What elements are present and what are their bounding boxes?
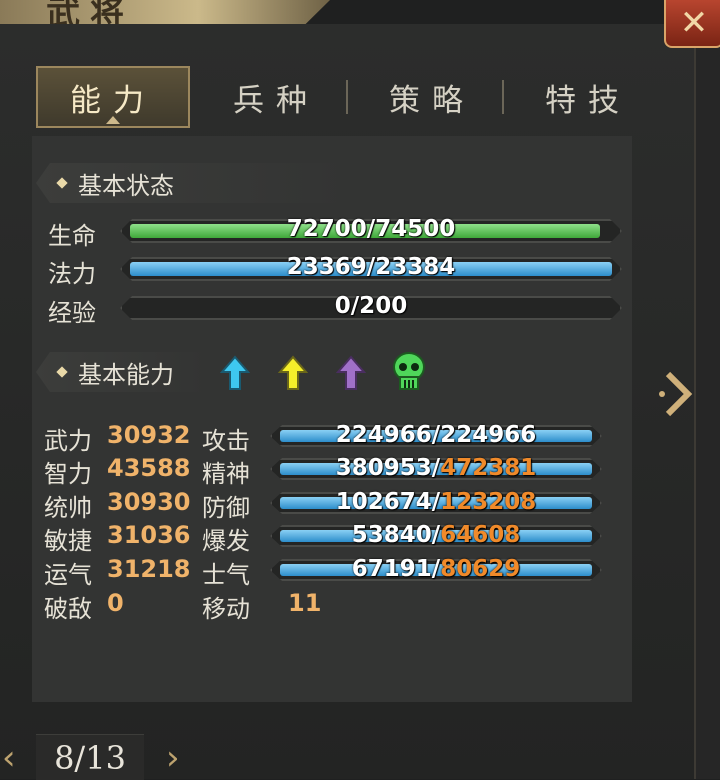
attribute-label: 敏捷 (44, 527, 92, 555)
green-skull-icon[interactable] (390, 350, 428, 392)
po-di-label: 破敌 (44, 595, 92, 623)
move-value: 11 (288, 589, 322, 617)
combat-stat-value: 67191/80629 (270, 556, 602, 582)
diamond-bullet-icon (56, 177, 68, 189)
mp-bar: 23369/23384 (120, 254, 622, 281)
combat-stat-label: 士气 (202, 561, 250, 589)
combat-stat-bar: 102674/123208 (270, 489, 602, 515)
attribute-label: 武力 (44, 427, 92, 455)
attribute-value: 31036 (107, 521, 191, 549)
tab-divider (346, 80, 348, 114)
combat-stat-separator: / (431, 522, 441, 548)
exp-value: 0/200 (334, 293, 408, 319)
combat-stat-bar: 380953/472381 (270, 455, 602, 481)
attribute-value: 43588 (107, 454, 191, 482)
combat-stat-label: 精神 (202, 460, 250, 488)
basic-ability-title: 基本能力 (78, 360, 174, 389)
combat-stat-current: 224966 (335, 422, 432, 448)
combat-stat-max: 472381 (440, 455, 537, 481)
combat-stat-value: 380953/472381 (270, 455, 602, 481)
cyan-arrow-up-icon[interactable] (220, 354, 250, 392)
purple-arrow-up-icon[interactable] (336, 354, 366, 392)
combat-stat-current: 53840 (351, 522, 432, 548)
combat-stat-bar: 67191/80629 (270, 556, 602, 582)
move-label: 移动 (202, 595, 250, 623)
title-banner: 武将 (0, 0, 330, 26)
combat-stat-value: 224966/224966 (270, 422, 602, 448)
active-tab-indicator (106, 116, 120, 124)
attribute-label: 智力 (44, 460, 92, 488)
combat-stat-current: 67191 (351, 556, 432, 582)
combat-stat-current: 102674 (335, 489, 432, 515)
combat-stat-max: 64608 (440, 522, 521, 548)
chevron-right-icon[interactable]: › (166, 738, 180, 778)
tab-bar: 能力 兵种 策略 特技 (36, 66, 636, 128)
basic-status-title: 基本状态 (78, 171, 174, 200)
chevron-right-icon[interactable] (654, 368, 694, 420)
combat-stat-max: 123208 (440, 489, 537, 515)
hp-label: 生命 (48, 222, 96, 250)
close-button[interactable]: ✕ (664, 0, 720, 48)
attribute-value: 31218 (107, 555, 191, 583)
combat-stat-max: 224966 (440, 422, 537, 448)
exp-bar: 0/200 (120, 293, 622, 320)
yellow-arrow-up-icon[interactable] (278, 354, 308, 392)
exp-label: 经验 (48, 299, 96, 327)
combat-stat-label: 防御 (202, 494, 250, 522)
tab-strategy[interactable]: 策略 (362, 66, 502, 128)
page-indicator: 8/13 (36, 734, 144, 780)
chevron-left-icon[interactable]: ‹ (2, 738, 16, 778)
combat-stat-value: 53840/64608 (270, 522, 602, 548)
right-edge (694, 24, 720, 779)
close-icon: ✕ (679, 3, 709, 43)
po-di-value: 0 (107, 589, 124, 617)
combat-stat-separator: / (431, 422, 441, 448)
combat-stat-bar: 224966/224966 (270, 422, 602, 448)
attribute-value: 30932 (107, 421, 191, 449)
mp-value: 23369/23384 (286, 254, 456, 280)
tab-special-skill[interactable]: 特技 (518, 66, 658, 128)
combat-stat-separator: / (431, 455, 441, 481)
tab-divider (502, 80, 504, 114)
combat-stat-current: 380953 (335, 455, 432, 481)
combat-stat-label: 攻击 (202, 427, 250, 455)
combat-stat-label: 爆发 (202, 527, 250, 555)
mp-label: 法力 (48, 260, 96, 288)
attribute-value: 30930 (107, 488, 191, 516)
diamond-bullet-icon (56, 366, 68, 378)
combat-stat-max: 80629 (440, 556, 521, 582)
attribute-label: 统帅 (44, 494, 92, 522)
hp-value: 72700/74500 (286, 216, 456, 242)
basic-status-header: 基本状态 (36, 163, 346, 203)
tab-troop-type[interactable]: 兵种 (206, 66, 346, 128)
combat-stat-value: 102674/123208 (270, 489, 602, 515)
basic-ability-header: 基本能力 (36, 352, 206, 392)
combat-stat-bar: 53840/64608 (270, 522, 602, 548)
combat-stat-separator: / (431, 489, 441, 515)
attribute-label: 运气 (44, 561, 92, 589)
hp-bar: 72700/74500 (120, 216, 622, 243)
combat-stat-separator: / (431, 556, 441, 582)
